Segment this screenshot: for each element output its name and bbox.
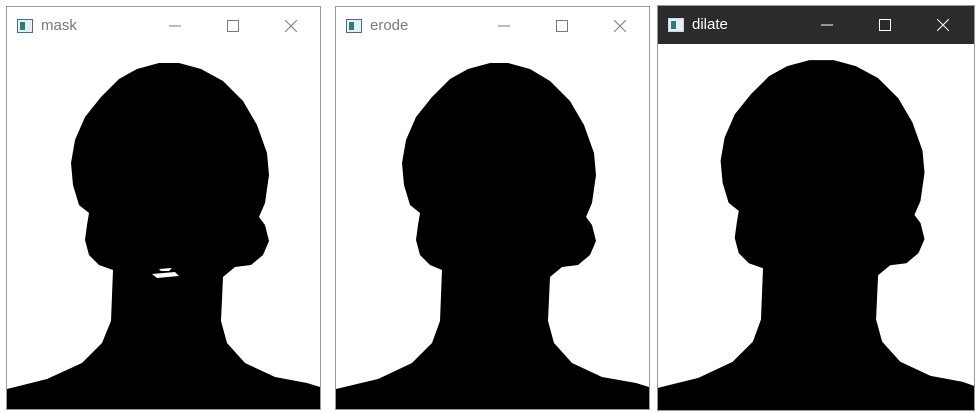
image-canvas-mask (7, 45, 320, 409)
titlebar-dilate[interactable]: dilate (658, 6, 974, 44)
close-button[interactable] (920, 6, 966, 44)
app-window-icon (346, 19, 362, 33)
close-icon (614, 20, 626, 32)
minimize-icon (498, 25, 510, 27)
silhouette-image (7, 63, 320, 409)
window-title: mask (41, 17, 77, 34)
minimize-button[interactable] (152, 7, 198, 45)
minimize-icon (169, 25, 181, 27)
window-erode[interactable]: erode (335, 6, 650, 410)
maximize-button[interactable] (539, 7, 585, 45)
minimize-button[interactable] (804, 6, 850, 44)
close-button[interactable] (597, 7, 643, 45)
window-title: dilate (692, 16, 728, 33)
maximize-button[interactable] (210, 7, 256, 45)
close-icon (937, 19, 949, 31)
minimize-button[interactable] (481, 7, 527, 45)
image-canvas-erode (336, 45, 649, 409)
minimize-icon (821, 24, 833, 26)
maximize-icon (879, 19, 891, 31)
window-mask[interactable]: mask (6, 6, 321, 410)
window-title: erode (370, 17, 409, 34)
maximize-button[interactable] (862, 6, 908, 44)
window-dilate[interactable]: dilate (657, 5, 975, 411)
close-button[interactable] (268, 7, 314, 45)
maximize-icon (227, 20, 239, 32)
silhouette-image (658, 60, 974, 410)
titlebar-erode[interactable]: erode (336, 7, 649, 45)
app-window-icon (17, 19, 33, 33)
silhouette-image (336, 63, 649, 409)
titlebar-mask[interactable]: mask (7, 7, 320, 45)
app-window-icon (668, 18, 684, 32)
image-canvas-dilate (658, 44, 974, 410)
maximize-icon (556, 20, 568, 32)
close-icon (285, 20, 297, 32)
